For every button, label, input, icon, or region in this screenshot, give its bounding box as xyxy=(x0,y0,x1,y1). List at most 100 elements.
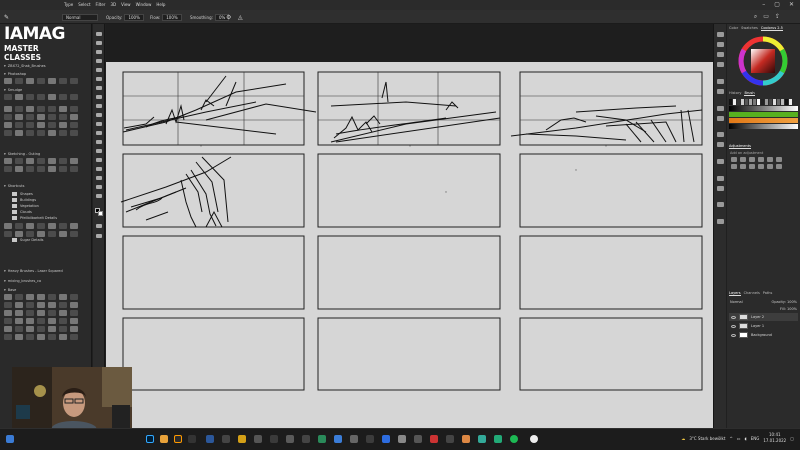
styles-panel-icon[interactable] xyxy=(717,186,724,191)
brush-group-1[interactable]: ▾ Photoshop xyxy=(4,72,79,84)
menu-help[interactable]: Help xyxy=(156,2,165,7)
eye-icon[interactable] xyxy=(731,324,736,328)
photoshop-taskbar-icon[interactable] xyxy=(146,435,154,443)
app-taskbar-icon[interactable] xyxy=(254,435,262,443)
maximize-icon[interactable]: ▢ xyxy=(774,1,780,8)
actions-panel-icon[interactable] xyxy=(717,132,724,137)
spotify-taskbar-icon[interactable] xyxy=(510,435,518,443)
search-icon[interactable]: ⌕ xyxy=(754,13,757,21)
layer-fill[interactable]: Fill: 100% xyxy=(780,307,797,311)
app-taskbar-icon[interactable] xyxy=(286,435,294,443)
storyboard-canvas[interactable] xyxy=(106,62,726,428)
stamp-tool-icon[interactable] xyxy=(96,113,102,117)
angle-icon[interactable]: ◬ xyxy=(238,14,243,21)
language-indicator[interactable]: ENG xyxy=(751,436,760,441)
value-bar[interactable] xyxy=(729,124,798,129)
opacity-value[interactable]: 100% xyxy=(124,14,144,21)
minimize-icon[interactable]: – xyxy=(762,1,765,8)
chrome-taskbar-icon[interactable] xyxy=(530,435,538,443)
gradient-tool-icon[interactable] xyxy=(96,140,102,144)
layer-opacity[interactable]: Opacity: 100% xyxy=(771,300,797,304)
invert-icon[interactable] xyxy=(776,164,782,169)
app-taskbar-icon[interactable] xyxy=(318,435,326,443)
properties-panel-icon[interactable] xyxy=(717,79,724,84)
clone-source-icon[interactable] xyxy=(717,176,724,181)
exposure-icon[interactable] xyxy=(758,157,764,162)
paragraph-panel-icon[interactable] xyxy=(717,62,724,67)
background-color-swatch[interactable] xyxy=(98,211,103,216)
app-taskbar-icon[interactable] xyxy=(382,435,390,443)
network-icon[interactable]: ▭ xyxy=(737,436,741,441)
frame-tool-icon[interactable] xyxy=(96,77,102,81)
green-bar[interactable] xyxy=(729,112,798,117)
weather-text[interactable]: 3°C Stark bewölkt xyxy=(689,436,725,441)
app-taskbar-icon[interactable] xyxy=(188,435,196,443)
share-icon[interactable]: ⇪ xyxy=(775,13,780,21)
orange-bar[interactable] xyxy=(729,118,798,123)
screen-mode-icon[interactable] xyxy=(96,234,102,238)
brightness-icon[interactable] xyxy=(731,157,737,162)
lasso-tool-icon[interactable] xyxy=(96,50,102,54)
folder-sugar[interactable]: Sugar Details xyxy=(12,237,79,243)
volume-icon[interactable]: ◖ xyxy=(745,436,747,441)
brush-group-5[interactable]: ▾ Heavy Brushes - Laser Squared xyxy=(4,269,63,273)
eyedropper-tool-icon[interactable] xyxy=(96,86,102,90)
tab-coolorus[interactable]: Coolorus 2.5 xyxy=(760,26,783,31)
tab-brush[interactable]: Brush xyxy=(744,91,755,96)
history-panel-icon[interactable] xyxy=(717,32,724,37)
brush-group-3[interactable]: ▾ Sketching - Outing xyxy=(4,152,79,172)
adjustments-title[interactable]: Adjustments xyxy=(729,144,751,149)
settings-icon[interactable]: ⚙ xyxy=(226,14,231,21)
close-icon[interactable]: ✕ xyxy=(789,1,794,8)
tab-channels[interactable]: Channels xyxy=(744,291,760,296)
brush-group-2[interactable]: ▾ Smudge xyxy=(4,88,79,100)
path-select-tool-icon[interactable] xyxy=(96,185,102,189)
channel-mixer-icon[interactable] xyxy=(758,164,764,169)
app-taskbar-icon[interactable] xyxy=(350,435,358,443)
brush-group-7[interactable]: ▾ Base xyxy=(4,288,79,340)
layer-row[interactable]: Layer 2 xyxy=(729,313,798,321)
gray-gradient-bar[interactable] xyxy=(729,106,798,111)
app-taskbar-icon[interactable] xyxy=(238,435,246,443)
brush-tool-icon[interactable] xyxy=(96,104,102,108)
tab-paths[interactable]: Paths xyxy=(763,291,773,296)
tab-history[interactable]: History xyxy=(729,91,741,96)
tray-chevron-icon[interactable]: ^ xyxy=(729,436,732,441)
lookup-icon[interactable] xyxy=(767,164,773,169)
menu-filter[interactable]: Filter xyxy=(96,2,106,7)
curves-icon[interactable] xyxy=(749,157,755,162)
app-taskbar-icon[interactable] xyxy=(398,435,406,443)
brush-group-4[interactable]: ▾ Shortcuts Shapes Buildings Vegetation C… xyxy=(4,184,79,243)
photo-filter-icon[interactable] xyxy=(749,164,755,169)
file-explorer-taskbar-icon[interactable] xyxy=(160,435,168,443)
word-taskbar-icon[interactable] xyxy=(206,435,214,443)
brush-group-6[interactable]: ▾ mixing_brushes_co xyxy=(4,279,41,283)
menu-select[interactable]: Select xyxy=(78,2,90,7)
menu-view[interactable]: View xyxy=(121,2,131,7)
eye-icon[interactable] xyxy=(731,333,736,337)
brush-preset-picker[interactable]: ✎ xyxy=(4,14,9,21)
flow-value[interactable]: 100% xyxy=(162,14,182,21)
navigator-panel-icon[interactable] xyxy=(717,116,724,121)
app-taskbar-icon[interactable] xyxy=(270,435,278,443)
levels-icon[interactable] xyxy=(740,157,746,162)
app-taskbar-icon[interactable] xyxy=(302,435,310,443)
vibrance-icon[interactable] xyxy=(767,157,773,162)
eye-icon[interactable] xyxy=(731,315,736,319)
tool-presets-icon[interactable] xyxy=(717,142,724,147)
menu-3d[interactable]: 3D xyxy=(110,2,116,7)
clock[interactable]: 10:41 17.01.2022 xyxy=(763,432,786,444)
type-tool-icon[interactable] xyxy=(96,176,102,180)
app-taskbar-icon[interactable] xyxy=(446,435,454,443)
swatch-strip[interactable] xyxy=(729,99,798,105)
color-balance-icon[interactable] xyxy=(731,164,737,169)
app-taskbar-icon[interactable] xyxy=(494,435,502,443)
start-icon[interactable] xyxy=(6,435,14,443)
workspace-icon[interactable]: ▭ xyxy=(763,13,769,21)
blur-tool-icon[interactable] xyxy=(96,149,102,153)
tab-layers[interactable]: Layers xyxy=(729,291,741,296)
dodge-tool-icon[interactable] xyxy=(96,158,102,162)
quick-mask-icon[interactable] xyxy=(96,224,102,228)
app-taskbar-icon[interactable] xyxy=(334,435,342,443)
blend-mode-select[interactable]: Normal xyxy=(730,300,743,304)
